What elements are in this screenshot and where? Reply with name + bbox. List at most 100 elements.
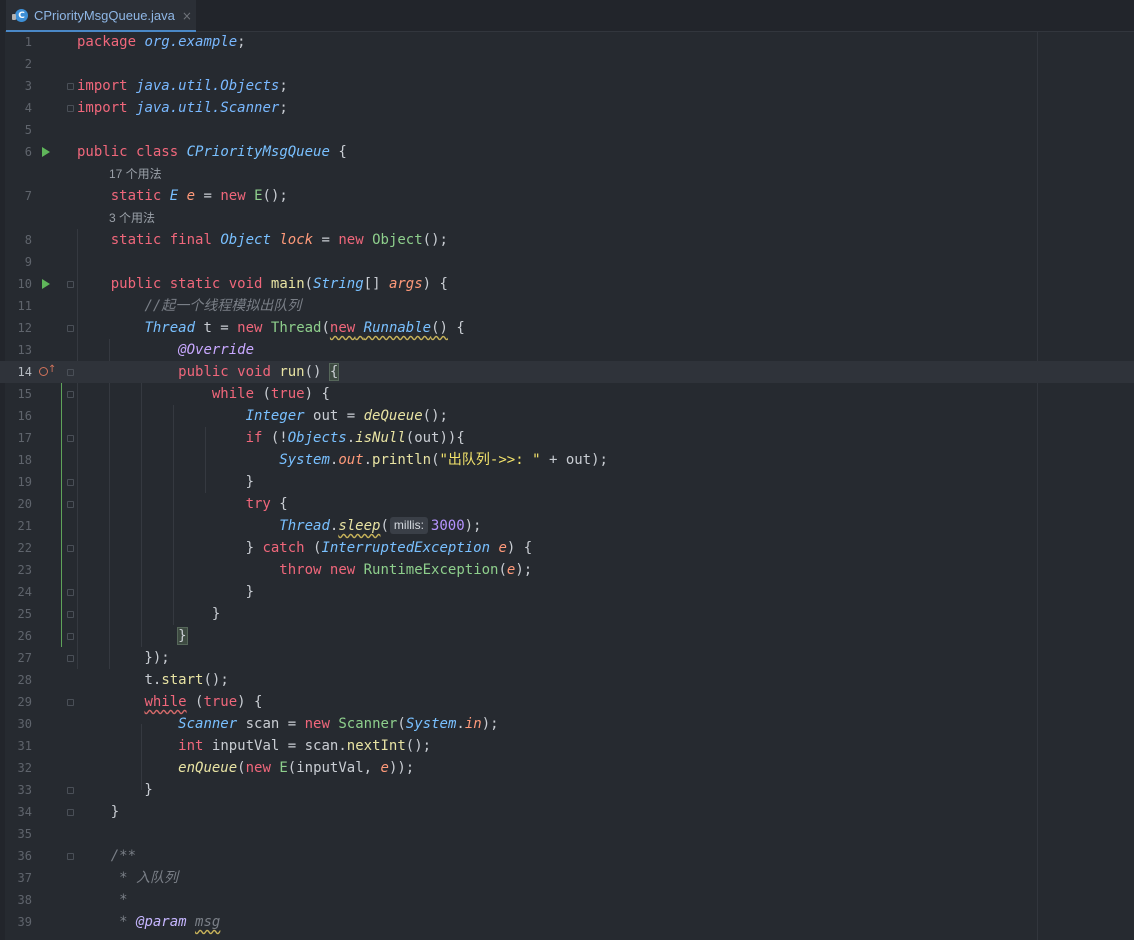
line-number: 6 (24, 145, 32, 159)
code-line: 18 System.out.println("出队列->>: " + out); (0, 449, 1134, 471)
fold-marker-icon[interactable] (67, 589, 74, 596)
fold-marker-icon[interactable] (67, 105, 74, 112)
javadoc-comment: * (110, 892, 128, 908)
implements-method-icon[interactable] (39, 367, 48, 376)
keyword: void (237, 364, 271, 380)
fold-marker-icon[interactable] (67, 699, 74, 706)
fold-marker-icon[interactable] (67, 655, 74, 662)
keyword: new (329, 320, 356, 336)
line-number: 5 (24, 123, 32, 137)
fold-marker-icon[interactable] (67, 545, 74, 552)
code-line: 4 import java.util.Scanner; (0, 97, 1134, 119)
method-call: sleep (338, 518, 381, 534)
variable: out (565, 452, 592, 468)
method-call: println (372, 452, 432, 468)
variable: t (144, 672, 153, 688)
line-number: 10 (17, 277, 32, 291)
fold-marker-icon[interactable] (67, 83, 74, 90)
fold-marker-icon[interactable] (67, 435, 74, 442)
code-line: 3 import java.util.Objects; (0, 75, 1134, 97)
javadoc-comment: * (110, 914, 137, 930)
code-line: 22 } catch (InterruptedException e) { (0, 537, 1134, 559)
type-name: String (313, 276, 364, 292)
variable: out (313, 408, 339, 424)
fold-marker-icon[interactable] (67, 853, 74, 860)
package-name: org.example (144, 34, 238, 50)
javadoc-param: msg (195, 914, 221, 930)
code-line: 9 (0, 251, 1134, 273)
fold-marker-icon[interactable] (67, 809, 74, 816)
code-line: 29 while (true) { (0, 691, 1134, 713)
editor-tab-bar: C CPriorityMsgQueue.java × (0, 0, 1134, 32)
line-number: 7 (24, 189, 32, 203)
fold-marker-icon[interactable] (67, 787, 74, 794)
run-main-icon[interactable] (42, 279, 50, 289)
line-number: 36 (17, 849, 32, 863)
line-number: 2 (24, 57, 32, 71)
usages-hint[interactable]: 3 个用法 (109, 207, 155, 229)
file-tab[interactable]: C CPriorityMsgQueue.java × (6, 0, 196, 32)
fold-marker-icon[interactable] (67, 391, 74, 398)
code-line: 12 Thread t = new Thread(new Runnable() … (0, 317, 1134, 339)
fold-marker-icon[interactable] (67, 281, 74, 288)
type-name: Thread (279, 518, 330, 534)
code-line: 19 } (0, 471, 1134, 493)
code-line: 28 t.start(); (0, 669, 1134, 691)
string-literal: "出队列->>: " (439, 452, 541, 468)
constructor: Thread (270, 320, 322, 336)
keyword: true (203, 694, 238, 710)
line-number: 1 (24, 35, 32, 49)
fold-marker-icon[interactable] (67, 479, 74, 486)
keyword: int (178, 738, 204, 754)
keyword: try (245, 496, 271, 512)
line-number: 23 (17, 563, 32, 577)
close-tab-icon[interactable]: × (182, 9, 192, 23)
keyword: new (338, 232, 364, 248)
line-number: 14 (17, 365, 32, 379)
keyword: public (77, 144, 128, 160)
code-line: 16 Integer out = deQueue(); (0, 405, 1134, 427)
line-number: 26 (17, 629, 32, 643)
method-call: enQueue (178, 760, 238, 776)
code-line: 30 Scanner scan = new Scanner(System.in)… (0, 713, 1134, 735)
line-number: 33 (17, 783, 32, 797)
method-name: main (270, 276, 305, 292)
fold-marker-icon[interactable] (67, 369, 74, 376)
code-line: 31 int inputVal = scan.nextInt(); (0, 735, 1134, 757)
code-editor[interactable]: 1 package org.example; 2 3 import java.u… (0, 31, 1134, 940)
usages-hint[interactable]: 17 个用法 (109, 163, 162, 185)
code-line: 37 * 入队列 (0, 867, 1134, 889)
line-number: 8 (24, 233, 32, 247)
method-call: start (161, 672, 204, 688)
method-call: nextInt (346, 738, 406, 754)
fold-marker-icon[interactable] (67, 325, 74, 332)
line-number: 30 (17, 717, 32, 731)
code-line: 11 //起一个线程模拟出队列 (0, 295, 1134, 317)
line-number: 24 (17, 585, 32, 599)
code-line: 39 * @param msg (0, 911, 1134, 933)
fold-marker-icon[interactable] (67, 633, 74, 640)
keyword: static (110, 232, 162, 248)
variable: inputVal (211, 738, 280, 754)
keyword: import (77, 78, 128, 94)
parameter: e (506, 562, 516, 578)
constructor: Object (372, 232, 423, 248)
keyword: final (169, 232, 212, 248)
line-number: 17 (17, 431, 32, 445)
line-number: 18 (17, 453, 32, 467)
variable: scan (304, 738, 339, 754)
run-class-icon[interactable] (42, 147, 50, 157)
type-name: Objects (287, 430, 347, 446)
variable: out (414, 430, 440, 446)
code-line: 10 public static void main(String[] args… (0, 273, 1134, 295)
line-number: 20 (17, 497, 32, 511)
fold-marker-icon[interactable] (67, 611, 74, 618)
line-number: 16 (17, 409, 32, 423)
fold-marker-icon[interactable] (67, 501, 74, 508)
code-line: 13 @Override (0, 339, 1134, 361)
keyword: if (245, 430, 263, 446)
keyword: void (228, 276, 263, 292)
variable: inputVal (296, 760, 364, 776)
field-name: lock (279, 232, 314, 248)
keyword: class (136, 144, 179, 160)
